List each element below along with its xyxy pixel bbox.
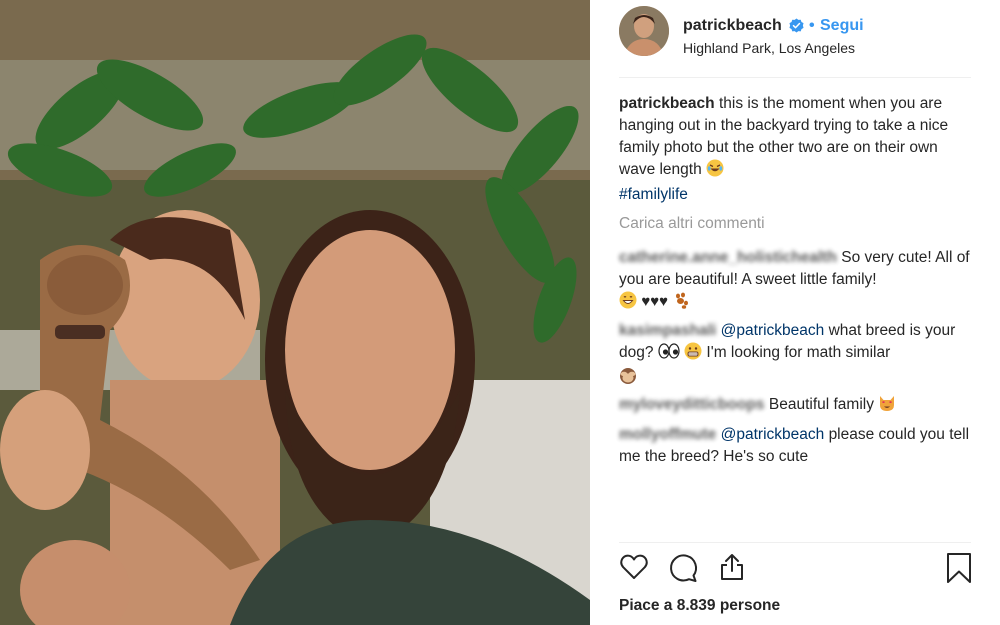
caption-hashtag[interactable]: #familylife <box>619 186 688 203</box>
post-header: patrickbeach • Segui Highland Park, Los … <box>619 6 971 58</box>
comment-item: mollyoffmute @patrickbeach please could … <box>619 424 971 468</box>
comment-text-continued: I'm looking for math similar <box>706 344 891 361</box>
black-heart-icon: ♥♥♥ <box>641 293 669 310</box>
caption-username[interactable]: patrickbeach <box>619 95 715 112</box>
eyes-emoji-icon <box>658 342 680 367</box>
username[interactable]: patrickbeach <box>683 17 782 35</box>
grimacing-emoji-icon <box>684 342 702 367</box>
separator-dot: • <box>809 17 815 34</box>
see-no-evil-monkey-icon <box>619 367 637 392</box>
grinning-emoji-icon <box>619 291 637 316</box>
comment-item: kasimpashali @patrickbeach what breed is… <box>619 320 971 392</box>
comment-bubble-icon[interactable] <box>667 552 699 584</box>
comment-item: myloveyditticboops Beautiful family <box>619 394 971 419</box>
laughing-emoji-icon <box>706 159 724 184</box>
comment-username[interactable]: mollyoffmute <box>619 426 716 443</box>
photo-image <box>0 0 590 625</box>
post-caption: patrickbeach this is the moment when you… <box>619 93 971 206</box>
header-divider <box>619 77 971 78</box>
post-photo[interactable] <box>0 0 590 625</box>
actions-divider <box>619 542 971 543</box>
comment-mention[interactable]: @patrickbeach <box>721 322 825 339</box>
comment-username[interactable]: myloveyditticboops <box>619 396 765 413</box>
verified-badge-icon <box>789 18 804 33</box>
likes-count[interactable]: Piace a 8.839 persone <box>619 597 780 615</box>
comment-username[interactable]: catherine.anne_holistichealth <box>619 249 837 266</box>
load-more-comments-button[interactable]: Carica altri commenti <box>619 215 765 233</box>
avatar-image <box>619 6 669 56</box>
paw-prints-icon <box>672 291 690 316</box>
avatar[interactable] <box>619 6 669 56</box>
post-actions <box>619 552 971 590</box>
heart-icon[interactable] <box>619 552 649 582</box>
follow-button[interactable]: Segui <box>820 17 864 35</box>
comment-mention[interactable]: @patrickbeach <box>721 426 825 443</box>
share-icon[interactable] <box>717 552 747 582</box>
comment-item: catherine.anne_holistichealth So very cu… <box>619 247 971 316</box>
comment-text: Beautiful family <box>768 396 874 413</box>
heart-eyes-cat-emoji-icon <box>878 394 896 419</box>
location-link[interactable]: Highland Park, Los Angeles <box>683 40 855 56</box>
comment-username[interactable]: kasimpashali <box>619 322 716 339</box>
post-details-panel: patrickbeach • Segui Highland Park, Los … <box>619 0 971 625</box>
bookmark-icon[interactable] <box>946 552 972 584</box>
